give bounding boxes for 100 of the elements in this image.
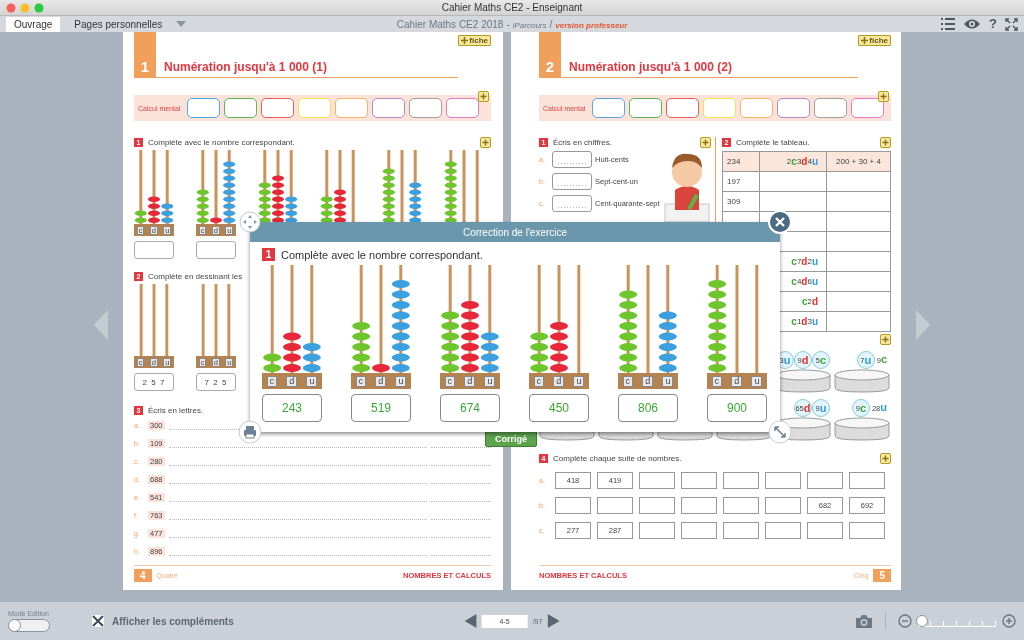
lesson-title: Numération jusqu'à 1 000 (1) <box>156 60 459 78</box>
next-button[interactable] <box>547 614 560 628</box>
answer-box[interactable] <box>723 522 759 539</box>
answer-box[interactable] <box>723 472 759 489</box>
previous-button[interactable] <box>464 614 477 628</box>
place-label: u <box>306 375 318 387</box>
answer-box[interactable] <box>629 98 663 118</box>
answer-box[interactable] <box>639 522 675 539</box>
resize-handle-icon[interactable] <box>768 420 792 444</box>
add-button[interactable] <box>480 137 491 148</box>
answer-box[interactable] <box>814 98 848 118</box>
answer-box[interactable] <box>666 98 700 118</box>
add-button[interactable] <box>878 91 889 102</box>
place-label: c <box>533 375 545 387</box>
answer-field[interactable] <box>552 173 592 190</box>
tray-drawing <box>834 417 890 441</box>
add-button[interactable] <box>880 334 891 345</box>
place-label: d <box>642 375 654 387</box>
zoom-button[interactable] <box>34 2 44 13</box>
add-button[interactable] <box>880 453 891 464</box>
place-label: c <box>622 375 634 387</box>
add-button[interactable] <box>700 137 711 148</box>
answer-box[interactable] <box>777 98 811 118</box>
answer-box[interactable] <box>592 98 626 118</box>
answer-box[interactable] <box>224 98 258 118</box>
answer-box[interactable] <box>335 98 369 118</box>
answer-box[interactable] <box>765 522 801 539</box>
page-number: 4 <box>134 569 152 582</box>
list-icon[interactable] <box>941 18 956 30</box>
table-cell: 309 <box>723 192 760 211</box>
print-icon[interactable] <box>238 420 262 444</box>
answer-box[interactable] <box>597 497 633 514</box>
help-button[interactable]: ? <box>989 17 997 31</box>
answer-box[interactable] <box>639 497 675 514</box>
answer-field[interactable] <box>196 241 236 259</box>
plus-icon <box>861 37 869 44</box>
answer-box[interactable] <box>681 472 717 489</box>
move-handle-icon[interactable] <box>239 211 261 233</box>
fiche-button[interactable]: fiche <box>858 35 891 46</box>
close-button[interactable] <box>6 2 16 13</box>
answer-box: 900 <box>707 394 767 422</box>
add-button[interactable] <box>478 91 489 102</box>
answer-box[interactable] <box>261 98 295 118</box>
answer-box: 450 <box>529 394 589 422</box>
answer-field[interactable] <box>134 241 174 259</box>
answer-box[interactable] <box>555 497 591 514</box>
page-number: 5 <box>873 569 891 582</box>
series-label: iParcours <box>512 20 547 30</box>
checkbox-label: Afficher les compléments <box>112 615 234 627</box>
exercise-instruction: Complète chaque suite de nombres. <box>553 454 682 463</box>
answer-box[interactable] <box>849 522 885 539</box>
tab[interactable]: Ouvrage <box>6 16 61 32</box>
tab[interactable]: Pages personnelles <box>66 16 171 32</box>
exercise-instruction: Écris en lettres. <box>148 406 204 415</box>
answer-box[interactable] <box>765 472 801 489</box>
answer-box[interactable] <box>807 472 843 489</box>
answer-field[interactable] <box>552 195 592 212</box>
place-label: u <box>484 375 496 387</box>
answer-box[interactable] <box>740 98 774 118</box>
checkbox[interactable] <box>92 615 104 627</box>
exercise-instruction: Complète en dessinant les <box>148 272 243 281</box>
answer-box[interactable] <box>765 497 801 514</box>
zoom-out-icon[interactable] <box>898 614 912 628</box>
answer-box[interactable] <box>639 472 675 489</box>
edition-label: version professeur <box>555 20 628 30</box>
lesson-title: Numération jusqu'à 1 000 (2) <box>561 60 859 78</box>
exercise-instruction: Complète avec le nombre correspondant. <box>148 138 295 147</box>
answer-box[interactable] <box>849 472 885 489</box>
exercise-instruction: Complète avec le nombre correspondant. <box>281 248 483 261</box>
answer-field[interactable] <box>552 151 592 168</box>
answer-box[interactable] <box>851 98 885 118</box>
tray-drawing <box>834 369 890 393</box>
answer-box[interactable] <box>409 98 443 118</box>
fiche-button[interactable]: fiche <box>458 35 491 46</box>
zoom-slider[interactable] <box>918 615 996 627</box>
camera-icon[interactable] <box>855 614 873 628</box>
answer-box[interactable] <box>187 98 221 118</box>
fullscreen-icon[interactable] <box>1005 17 1018 31</box>
table-cell: 197 <box>723 172 760 191</box>
add-button[interactable] <box>880 137 891 148</box>
place-label: u <box>751 375 763 387</box>
answer-box[interactable] <box>807 522 843 539</box>
answer-box[interactable] <box>446 98 480 118</box>
mode-toggle[interactable] <box>8 619 50 632</box>
window-title: Cahier Maths CE2 - Enseignant <box>441 2 583 13</box>
answer-box[interactable] <box>681 497 717 514</box>
answer-field[interactable]: 7 2 5 <box>196 373 236 391</box>
zoom-in-icon[interactable] <box>1002 614 1016 628</box>
answer-box[interactable] <box>681 522 717 539</box>
answer-box[interactable] <box>372 98 406 118</box>
place-label: c <box>355 375 367 387</box>
place-label: d <box>286 375 298 387</box>
place-label: d <box>375 375 387 387</box>
separator: / <box>549 18 553 30</box>
lesson-number: 2 <box>539 32 561 78</box>
answer-field[interactable]: 2 5 7 <box>134 373 174 391</box>
answer-box[interactable] <box>723 497 759 514</box>
caret-icon[interactable] <box>176 21 187 27</box>
eye-icon[interactable] <box>963 18 982 30</box>
place-label: c <box>711 375 723 387</box>
